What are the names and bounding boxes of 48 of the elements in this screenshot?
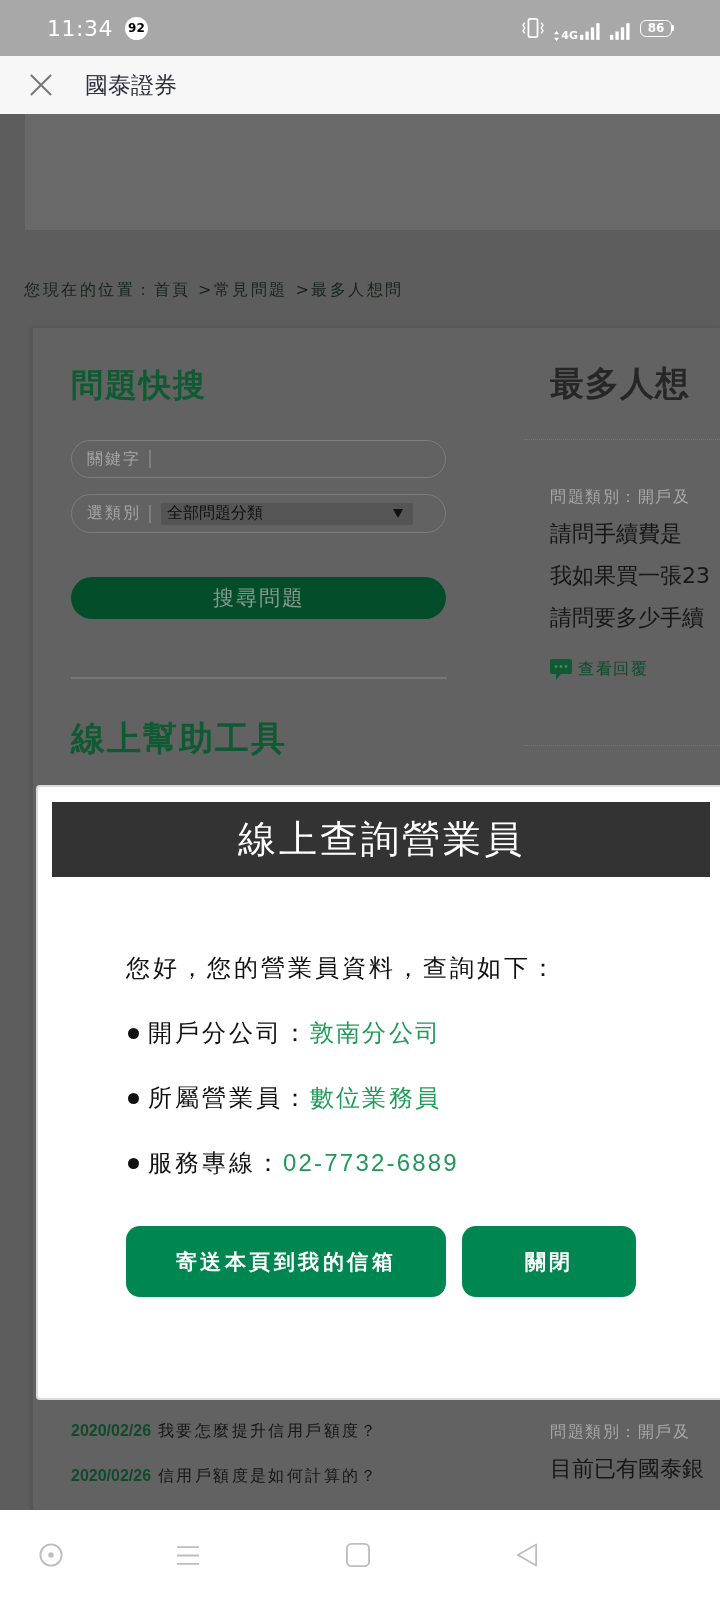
view-reply-link[interactable]: 查看回覆 (578, 659, 648, 680)
signal-icon (610, 22, 630, 40)
dialog-message: 您好，您的營業員資料，查詢如下： (126, 953, 558, 984)
question-link[interactable]: 我要怎麼提升信用戶額度？ (158, 1419, 379, 1442)
battery-indicator: 86 (640, 19, 674, 37)
info-value: 數位業務員 (310, 1083, 441, 1113)
question-link[interactable]: 信用戶額度是如何計算的？ (158, 1464, 379, 1487)
info-value: 敦南分公司 (310, 1018, 441, 1048)
question-link[interactable]: 目前已有國泰銀 (550, 1454, 720, 1484)
breadcrumb: 您現在的位置：首頁 >常見問題 >最多人想問 (23, 280, 405, 299)
section-heading: 問題快搜 (71, 365, 207, 405)
chat-bubble-icon (550, 659, 572, 680)
close-icon[interactable] (30, 74, 52, 96)
bullet-icon (128, 1092, 139, 1104)
updown-arrows-icon (554, 30, 560, 41)
info-label: 開戶分公司： (148, 1018, 310, 1049)
category-select[interactable]: 全部問題分類 (160, 502, 413, 525)
app-title: 國泰證券 (85, 70, 177, 100)
info-label: 服務專線： (148, 1148, 283, 1179)
close-button[interactable]: 關閉 (462, 1226, 636, 1297)
info-label: 所屬營業員： (148, 1083, 310, 1114)
question-category: 問題類別：開戶及 (550, 487, 691, 507)
question-link[interactable]: 我如果買一張23 (550, 561, 720, 591)
vibrate-icon (522, 18, 545, 38)
search-button[interactable]: 搜尋問題 (71, 577, 446, 619)
square-icon[interactable] (346, 1543, 370, 1567)
signal-icon (580, 22, 600, 40)
field-label: 關鍵字 (87, 448, 141, 470)
question-category: 問題類別：開戶及 (550, 1422, 691, 1442)
caret-icon (392, 509, 403, 518)
circle-dot-icon[interactable] (39, 1543, 63, 1567)
section-heading: 線上幫助工具 (71, 717, 287, 758)
question-date: 2020/02/26 (71, 1465, 152, 1486)
back-icon[interactable] (516, 1543, 538, 1567)
question-link[interactable]: 請問要多少手續 (550, 603, 720, 633)
status-time: 11:34 (47, 15, 113, 41)
field-label: 選類別 (87, 503, 141, 524)
info-value: 02-7732-6889 (283, 1148, 459, 1178)
notification-badge: 92 (124, 16, 148, 40)
question-link[interactable]: 請問手續費是 (550, 519, 720, 549)
menu-icon[interactable] (176, 1544, 200, 1566)
bullet-icon (128, 1027, 139, 1039)
question-date: 2020/02/26 (71, 1420, 152, 1441)
section-heading: 最多人想 (549, 362, 691, 404)
email-page-button[interactable]: 寄送本頁到我的信箱 (126, 1226, 446, 1297)
bullet-icon (128, 1157, 139, 1169)
network-type: 4G (561, 28, 578, 42)
dialog-title: 線上查詢營業員 (52, 802, 710, 877)
